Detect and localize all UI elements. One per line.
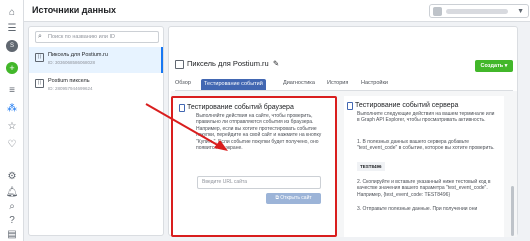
test-events-content: Тестирование событий браузера Выполняйте… (171, 91, 517, 237)
account-selector[interactable]: ▼ (429, 4, 529, 18)
tab-history[interactable]: История (327, 79, 348, 90)
server-step-3: 3. Отправьте полезные данные. При получе… (357, 206, 478, 212)
test-code[interactable]: TEST8496 (357, 162, 385, 171)
help-icon[interactable]: ? (6, 214, 18, 226)
page-title: Источники данных (32, 5, 117, 15)
panel-icon[interactable]: ▤ (6, 228, 18, 240)
pixel-icon: ⟨⟩ (35, 79, 44, 88)
heart-icon[interactable]: ♡ (6, 138, 18, 150)
list-icon[interactable]: ≡ (6, 84, 18, 96)
bell-icon[interactable]: 🔔︎ (6, 186, 19, 198)
open-website-button[interactable]: ⧉ Открыть сайт (266, 193, 321, 204)
settings-icon[interactable]: ⚙ (6, 170, 18, 182)
search-input[interactable]: ⌕ Поиск по названию или ID (35, 31, 159, 43)
server-card-description: Выполните следующие действия на вашем те… (357, 111, 495, 124)
browser-card-description: Выполняйте действия на сайте, чтобы пров… (196, 113, 322, 152)
server-card-title: Тестирование событий сервера (347, 102, 458, 110)
account-name-redacted (446, 9, 508, 14)
account-avatar (433, 7, 442, 16)
create-button[interactable]: Создать ▾ (475, 60, 513, 72)
scrollbar[interactable] (511, 186, 514, 236)
pixel-name: Postium пиксель (48, 78, 90, 84)
server-step-2: 2. Скопируйте и вставьте указанный ниже … (357, 179, 491, 198)
server-events-card: Тестирование событий сервера Выполните с… (344, 96, 504, 237)
star-icon[interactable]: ☆ (6, 120, 18, 132)
pixel-icon (175, 59, 184, 69)
pixel-header: Пиксель для Postium.ru ✎ (175, 59, 279, 69)
tab-diagnostics[interactable]: Диагностика (283, 79, 315, 90)
home-icon[interactable]: ⌂ (6, 6, 18, 18)
tab-overview[interactable]: Обзор (175, 79, 191, 90)
pixel-list-item[interactable]: ⟨⟩ Пиксель для Postium.ru ID: 3036068586… (29, 47, 163, 73)
left-rail: ⌂ ☰ S + ≡ ⁂ ☆ ♡ ⚙ 🔔︎ ⌕ ? ▤ (0, 0, 24, 241)
pixel-id: ID: 280957944699624 (48, 86, 93, 91)
add-icon[interactable]: + (6, 62, 18, 74)
pixel-list-panel: ⌕ Поиск по названию или ID ⟨⟩ Пиксель дл… (28, 26, 164, 236)
url-input[interactable]: Введите URL сайта (197, 176, 321, 189)
search-icon: ⌕ (38, 33, 42, 40)
profile-icon[interactable]: S (6, 40, 18, 52)
menu-icon[interactable]: ☰ (6, 22, 18, 34)
search-placeholder: Поиск по названию или ID (48, 34, 115, 40)
search-icon[interactable]: ⌕ (6, 200, 18, 212)
pixel-name: Пиксель для Postium.ru (48, 52, 108, 58)
server-step-1: 1. В полезных данных вашего сервера доба… (357, 139, 495, 152)
document-icon (347, 102, 353, 110)
chevron-down-icon: ▼ (517, 8, 524, 15)
browser-events-card: Тестирование событий браузера Выполняйте… (171, 96, 337, 237)
tab-test-events[interactable]: Тестирование событий (201, 79, 266, 90)
document-icon (179, 104, 185, 112)
tab-settings[interactable]: Настройки (361, 79, 388, 90)
pencil-icon[interactable]: ✎ (273, 59, 279, 68)
pixel-id: ID: 3036068586068028 (48, 60, 96, 65)
pixel-detail-panel: Пиксель для Postium.ru ✎ Создать ▾ Обзор… (168, 26, 518, 237)
browser-card-title: Тестирование событий браузера (179, 104, 294, 112)
pixel-icon: ⟨⟩ (35, 53, 44, 62)
events-icon[interactable]: ⁂ (6, 102, 18, 114)
pixel-list-item[interactable]: ⟨⟩ Postium пиксель ID: 280957944699624 (29, 73, 163, 99)
pixel-title: Пиксель для Postium.ru (187, 59, 269, 68)
top-bar: Источники данных ▼ (24, 0, 530, 22)
